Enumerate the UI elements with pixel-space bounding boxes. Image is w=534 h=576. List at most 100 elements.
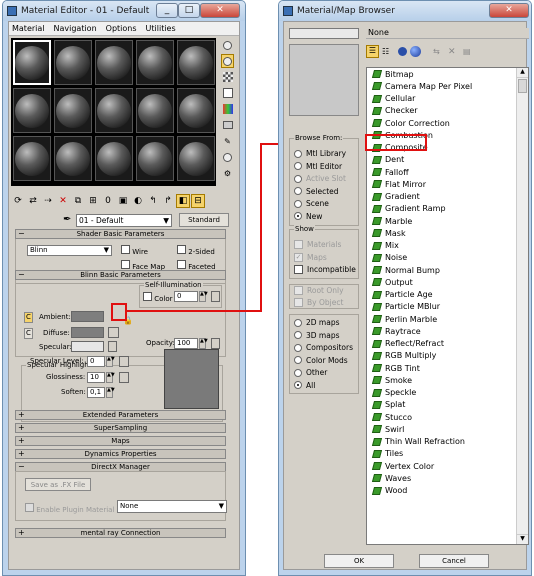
sample-slot[interactable] (136, 88, 174, 133)
soften-spinner[interactable]: ▲▼ (106, 387, 115, 398)
browser-close-button[interactable]: ✕ (489, 3, 529, 18)
sample-slot[interactable] (13, 40, 51, 85)
map-item[interactable]: Waves (367, 472, 528, 484)
maximize-button[interactable]: □ (178, 3, 200, 18)
browse-from-mtl-library[interactable]: Mtl Library (294, 149, 346, 158)
map-item[interactable]: RGB Tint (367, 362, 528, 374)
map-item[interactable]: Normal Bump (367, 264, 528, 276)
assign-to-selection-icon[interactable]: ⇢ (41, 194, 55, 208)
show-maps[interactable]: ✓ Maps (294, 252, 327, 262)
shader-basic-rollout[interactable]: − Shader Basic Parameters (15, 229, 226, 239)
map-item[interactable]: Falloff (367, 166, 528, 178)
map-item[interactable]: Stucco (367, 411, 528, 423)
map-item[interactable]: Gradient Ramp (367, 203, 528, 215)
diffuse-color-swatch[interactable] (71, 327, 104, 338)
minimize-button[interactable]: _ (156, 3, 178, 18)
map-item[interactable]: Cellular (367, 93, 528, 105)
specular-level-spinner[interactable]: ▲▼ (106, 356, 115, 367)
plugin-select[interactable]: None ▼ (117, 500, 227, 513)
filter-color-mods[interactable]: Color Mods (294, 356, 348, 365)
clear-material-library-icon[interactable]: ▤ (463, 47, 475, 56)
save-fx-button[interactable]: Save as .FX File (25, 478, 91, 491)
scroll-up-arrow[interactable]: ▲ (517, 68, 528, 78)
map-item[interactable]: Color Correction (367, 117, 528, 129)
ambient-color-swatch[interactable] (71, 311, 104, 322)
ok-button[interactable]: OK (324, 554, 394, 568)
map-item[interactable]: Dent (367, 154, 528, 166)
map-item[interactable]: Thin Wall Refraction (367, 436, 528, 448)
map-item[interactable]: Smoke (367, 374, 528, 386)
rollout-mental-ray[interactable]: + mental ray Connection (15, 528, 226, 538)
filter-compositors[interactable]: Compositors (294, 343, 353, 352)
rollout-maps[interactable]: + Maps (15, 436, 226, 446)
sample-slot[interactable] (54, 136, 92, 181)
pick-material-icon[interactable]: ◧ (176, 194, 190, 208)
filter-all[interactable]: All (294, 381, 315, 390)
specular-color-swatch[interactable] (71, 341, 104, 352)
map-item[interactable]: Reflect/Refract (367, 338, 528, 350)
two-sided-option[interactable]: 2-Sided (177, 245, 215, 256)
update-scene-icon[interactable]: ⇆ (433, 47, 445, 56)
opacity-field[interactable]: 100 (174, 338, 198, 349)
view-list-icons-icon[interactable]: ☷ (382, 47, 395, 56)
opacity-spinner[interactable]: ▲▼ (199, 338, 208, 349)
sample-slot[interactable] (95, 88, 133, 133)
material-map-navigator-icon[interactable]: ⊟ (191, 194, 205, 208)
uv-tiling-icon[interactable] (221, 86, 234, 100)
map-item[interactable]: Camera Map Per Pixel (367, 80, 528, 92)
sample-slot[interactable] (177, 88, 215, 133)
specular-level-field[interactable]: 0 (87, 356, 105, 367)
sample-slot[interactable] (95, 136, 133, 181)
map-item[interactable]: Mix (367, 240, 528, 252)
map-item[interactable]: Marble (367, 215, 528, 227)
blinn-basic-rollout[interactable]: − Blinn Basic Parameters (15, 270, 226, 280)
map-item[interactable]: Particle MBlur (367, 301, 528, 313)
close-button[interactable]: ✕ (200, 3, 240, 18)
scroll-thumb[interactable] (518, 79, 527, 93)
enable-plugin-option[interactable]: Enable Plugin Material (25, 503, 114, 514)
cancel-button[interactable]: Cancel (419, 554, 489, 568)
map-item[interactable]: Swirl (367, 423, 528, 435)
map-item[interactable]: Vertex Color (367, 460, 528, 472)
material-type-button[interactable]: Standard (179, 213, 229, 227)
sample-slot[interactable] (54, 88, 92, 133)
opacity-map-button[interactable] (211, 338, 220, 349)
video-color-check-icon[interactable] (221, 102, 234, 116)
browse-from-active-slot[interactable]: Active Slot (294, 174, 346, 183)
self-illum-spinner[interactable]: ▲▼ (199, 291, 208, 302)
select-by-material-icon[interactable] (221, 150, 234, 164)
sample-slot[interactable] (136, 136, 174, 181)
specular-level-map-button[interactable] (119, 356, 129, 367)
make-unique-icon[interactable]: ⧉ (71, 194, 85, 208)
map-item[interactable]: Wood (367, 485, 528, 497)
map-item[interactable]: Bitmap (367, 68, 528, 80)
delete-icon[interactable]: ✕ (448, 47, 460, 57)
go-forward-icon[interactable]: ↱ (161, 194, 175, 208)
map-item[interactable]: Perlin Marble (367, 313, 528, 325)
sample-slot[interactable] (177, 136, 215, 181)
material-effects-channel-icon[interactable]: 0 (101, 194, 115, 208)
self-illum-map-button[interactable] (211, 291, 220, 302)
self-illum-color-option[interactable]: Color (143, 292, 173, 303)
put-to-scene-icon[interactable]: ⇄ (26, 194, 40, 208)
map-item[interactable]: Gradient (367, 191, 528, 203)
shader-type-select[interactable]: Blinn ▼ (27, 245, 112, 256)
map-item[interactable]: Mask (367, 227, 528, 239)
map-item[interactable]: Tiles (367, 448, 528, 460)
root-root-only[interactable]: Root Only (294, 286, 344, 295)
options-icon[interactable]: ✎ (221, 134, 234, 148)
sample-type-icon[interactable] (221, 38, 234, 52)
sample-slot[interactable] (95, 40, 133, 85)
specular-map-button[interactable] (108, 341, 117, 352)
backlight-icon[interactable] (221, 54, 234, 68)
browse-from-mtl-editor[interactable]: Mtl Editor (294, 162, 342, 171)
get-material-icon[interactable]: ⟳ (11, 194, 25, 208)
glossiness-map-button[interactable] (119, 372, 129, 383)
rollout-dynamics-properties[interactable]: + Dynamics Properties (15, 449, 226, 459)
make-preview-icon[interactable] (221, 118, 234, 132)
lock-ambient-diffuse-c[interactable]: C (24, 312, 33, 323)
glossiness-spinner[interactable]: ▲▼ (106, 372, 115, 383)
show-end-result-icon[interactable]: ◐ (131, 194, 145, 208)
map-item[interactable]: Splat (367, 399, 528, 411)
map-list-scrollbar[interactable]: ▲ ▼ (516, 68, 528, 544)
